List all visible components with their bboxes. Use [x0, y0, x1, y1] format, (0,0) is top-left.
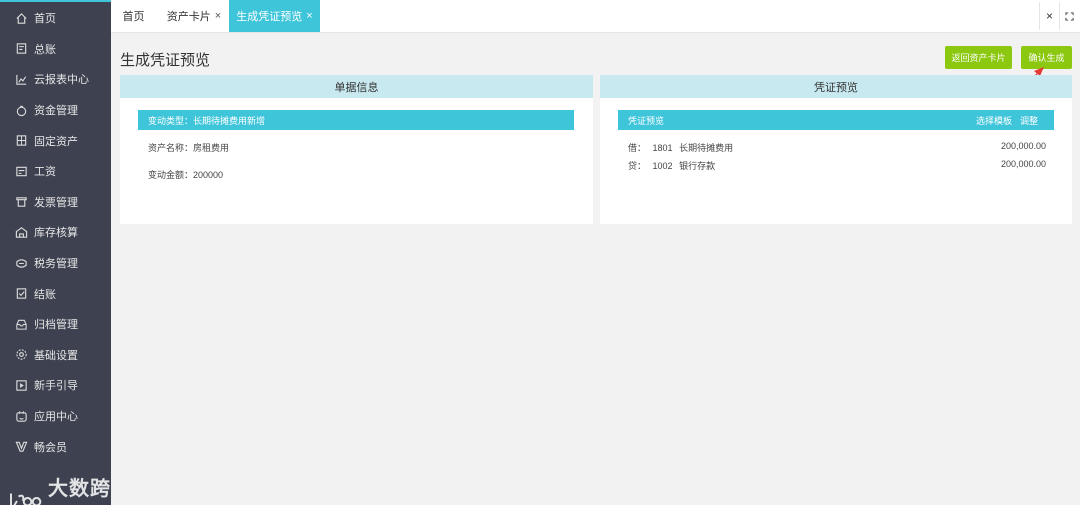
gear-icon: [15, 348, 28, 361]
sidebar-item-inventory[interactable]: 库存核算: [0, 217, 111, 248]
sidebar-item-label: 应用中心: [34, 411, 78, 424]
sidebar-item-tax[interactable]: 税务管理: [0, 248, 111, 279]
document-info-header: 单据信息: [120, 75, 593, 98]
close-all-tabs-icon[interactable]: ×: [1039, 2, 1059, 30]
sidebar-item-archive[interactable]: 归档管理: [0, 309, 111, 340]
tax-icon: [15, 257, 28, 270]
sidebar-item-label: 固定资产: [34, 135, 78, 148]
sidebar-item-label: 工资: [34, 166, 56, 179]
close-icon[interactable]: ×: [306, 10, 312, 22]
adjust-link[interactable]: 调整: [1020, 114, 1038, 127]
chart-icon: [15, 73, 28, 86]
select-template-link[interactable]: 选择模板: [976, 114, 1012, 127]
sidebar-item-salary[interactable]: 工资: [0, 156, 111, 187]
voucher-preview-bar-label: 凭证预览: [628, 115, 665, 126]
tab-bar: 首页 资产卡片 × 生成凭证预览 × ×: [111, 0, 1080, 33]
warehouse-icon: [15, 226, 28, 239]
sidebar-item-label: 基础设置: [34, 349, 78, 362]
sidebar: 首页 总账 云报表中心 资金管理 固定资产 工资 发票管理 库存核算 税务管理 …: [0, 0, 111, 505]
closing-icon: [15, 287, 28, 300]
voucher-entry-credit: 贷： 1002 银行存款: [628, 159, 715, 172]
play-guide-icon: [15, 379, 28, 392]
sidebar-item-label: 首页: [34, 13, 56, 26]
sidebar-item-settings[interactable]: 基础设置: [0, 340, 111, 371]
entry-dc: 借：: [628, 143, 647, 153]
page-title: 生成凭证预览: [120, 52, 211, 69]
sidebar-item-fixed-assets[interactable]: 固定资产: [0, 125, 111, 156]
watermark-text: 大数跨境: [48, 478, 111, 500]
tab-label: 首页: [122, 11, 145, 23]
sidebar-item-ledger[interactable]: 总账: [0, 34, 111, 65]
change-type-bar: 变动类型： 长期待摊费用新增: [138, 110, 574, 130]
voucher-entry-debit: 借： 1801 长期待摊费用: [628, 141, 733, 154]
entry-dc: 贷：: [628, 161, 647, 171]
entry-amount: 200,000.00: [1000, 141, 1046, 151]
home-icon: [15, 12, 28, 25]
sidebar-item-closing[interactable]: 结账: [0, 278, 111, 309]
sidebar-item-label: 新手引导: [34, 380, 78, 393]
sidebar-item-label: 云报表中心: [34, 74, 89, 87]
entry-amount: 200,000.00: [1000, 159, 1046, 169]
voucher-actions: 选择模板 调整: [968, 110, 1038, 130]
change-amount-label: 变动金额：: [148, 170, 194, 180]
close-icon[interactable]: ×: [215, 10, 221, 22]
ledger-icon: [15, 42, 28, 55]
watermark: 大数跨境: [8, 472, 111, 505]
sidebar-item-guide[interactable]: 新手引导: [0, 370, 111, 401]
document-info-panel: 单据信息 变动类型： 长期待摊费用新增 资产名称：房租费用 变动金额：20000…: [120, 75, 593, 224]
asset-name-value: 房租费用: [193, 143, 230, 153]
entry-code: 1002: [652, 161, 673, 171]
voucher-preview-bar: 凭证预览 选择模板 调整: [618, 110, 1054, 130]
tab-label: 资产卡片: [166, 11, 211, 23]
voucher-preview-panel: 凭证预览 凭证预览 选择模板 调整 借： 1801 长期待摊费用 200,000…: [600, 75, 1072, 224]
sidebar-item-vip[interactable]: 畅会员: [0, 431, 111, 462]
asset-name-row: 资产名称：房租费用: [148, 141, 229, 154]
money-bag-icon: [15, 104, 28, 117]
change-type-value: 长期待摊费用新增: [193, 115, 266, 126]
tab-home[interactable]: 首页: [111, 0, 156, 32]
vip-icon: [15, 440, 28, 453]
sidebar-item-home[interactable]: 首页: [0, 3, 111, 34]
sidebar-item-label: 畅会员: [34, 441, 67, 454]
sidebar-item-label: 总账: [34, 43, 56, 56]
change-amount-row: 变动金额：200000: [148, 168, 223, 181]
archive-icon: [15, 318, 28, 331]
sidebar-item-label: 归档管理: [34, 319, 78, 332]
asset-name-label: 资产名称：: [148, 143, 194, 153]
watermark-logo-icon: [10, 493, 42, 505]
sidebar-item-label: 结账: [34, 288, 56, 301]
entry-code: 1801: [652, 143, 673, 153]
tab-asset-card[interactable]: 资产卡片 ×: [159, 0, 229, 32]
sidebar-item-label: 库存核算: [34, 227, 78, 240]
sidebar-item-label: 税务管理: [34, 258, 78, 271]
entry-account: 银行存款: [679, 161, 716, 171]
asset-icon: [15, 134, 28, 147]
change-amount-value: 200000: [193, 170, 224, 180]
fullscreen-icon[interactable]: [1059, 2, 1079, 30]
entry-account: 长期待摊费用: [679, 143, 734, 153]
tab-voucher-preview[interactable]: 生成凭证预览 ×: [229, 0, 320, 32]
sidebar-item-invoice[interactable]: 发票管理: [0, 187, 111, 218]
sidebar-item-app-center[interactable]: 应用中心: [0, 401, 111, 432]
sidebar-item-cloud-report[interactable]: 云报表中心: [0, 64, 111, 95]
sidebar-item-label: 发票管理: [34, 196, 78, 209]
salary-icon: [15, 165, 28, 178]
voucher-preview-header: 凭证预览: [600, 75, 1072, 98]
tab-label: 生成凭证预览: [236, 11, 303, 23]
sidebar-item-funds[interactable]: 资金管理: [0, 95, 111, 126]
invoice-icon: [15, 195, 28, 208]
change-type-label: 变动类型：: [148, 115, 194, 126]
sidebar-item-label: 资金管理: [34, 105, 78, 118]
app-center-icon: [15, 410, 28, 423]
